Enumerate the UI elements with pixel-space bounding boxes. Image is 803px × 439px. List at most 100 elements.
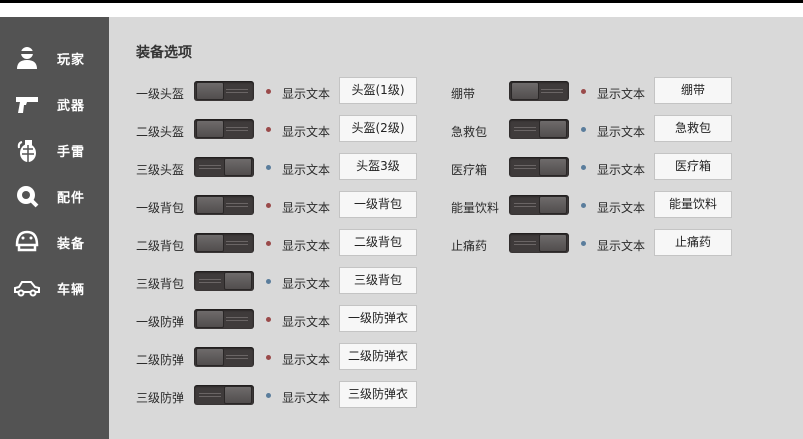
sidebar-item-vehicle[interactable]: 车辆 — [0, 267, 109, 307]
option-name: 二级防弹 — [136, 353, 185, 367]
toggle-groove — [226, 206, 248, 207]
display-text-label: 显示文本 — [282, 277, 331, 291]
toggle-knob — [196, 234, 224, 252]
toggle-switch[interactable] — [509, 81, 569, 101]
option-row: 急救包 显示文本 急救包 — [451, 115, 741, 145]
toggle-switch[interactable] — [194, 347, 254, 367]
display-text-input[interactable]: 绷带 — [654, 77, 732, 104]
status-dot — [266, 127, 271, 132]
display-text-input[interactable]: 止痛药 — [654, 229, 732, 256]
sidebar-item-weapon[interactable]: 武器 — [0, 83, 109, 123]
display-text-input[interactable]: 二级背包 — [339, 229, 417, 256]
toggle-switch[interactable] — [194, 195, 254, 215]
status-dot — [266, 203, 271, 208]
toggle-switch[interactable] — [509, 119, 569, 139]
sidebar-item-attachments[interactable]: 配件 — [0, 175, 109, 215]
toggle-groove — [226, 89, 248, 90]
toggle-switch[interactable] — [194, 271, 254, 291]
display-text-input[interactable]: 二级防弹衣 — [339, 343, 417, 370]
option-row: 一级背包 显示文本 一级背包 — [136, 191, 426, 221]
toggle-groove — [514, 127, 536, 128]
option-name: 一级头盔 — [136, 87, 185, 101]
toggle-knob — [224, 386, 252, 404]
display-text-label: 显示文本 — [597, 125, 646, 139]
sidebar-item-equipment[interactable]: 装备 — [0, 221, 109, 261]
toggle-knob — [539, 120, 567, 138]
option-row: 一级头盔 显示文本 头盔(1级) — [136, 77, 426, 107]
title-bar — [0, 0, 803, 17]
helmet-icon — [15, 230, 39, 252]
option-row: 能量饮料 显示文本 能量饮料 — [451, 191, 741, 221]
option-name: 二级背包 — [136, 239, 185, 253]
toggle-switch[interactable] — [194, 157, 254, 177]
option-name: 二级头盔 — [136, 125, 185, 139]
status-dot — [266, 355, 271, 360]
toggle-groove — [514, 165, 536, 166]
option-name: 三级头盔 — [136, 163, 185, 177]
sidebar-item-grenade[interactable]: 手雷 — [0, 129, 109, 169]
status-dot — [266, 393, 271, 398]
toggle-groove — [199, 393, 221, 394]
sidebar-item-label: 手雷 — [57, 145, 86, 160]
display-text-input[interactable]: 一级背包 — [339, 191, 417, 218]
display-text-label: 显示文本 — [282, 163, 331, 177]
status-dot — [266, 165, 271, 170]
toggle-switch[interactable] — [194, 81, 254, 101]
toggle-switch[interactable] — [509, 195, 569, 215]
toggle-switch[interactable] — [194, 385, 254, 405]
display-text-label: 显示文本 — [282, 391, 331, 405]
display-text-input[interactable]: 医疗箱 — [654, 153, 732, 180]
car-icon — [14, 281, 40, 297]
sidebar-item-label: 车辆 — [57, 283, 86, 298]
display-text-label: 显示文本 — [282, 201, 331, 215]
display-text-input[interactable]: 头盔(1级) — [339, 77, 417, 104]
main-panel: 装备选项 一级头盔 显示文本 头盔(1级) 二级头盔 显示文本 头盔(2级) 三级头盔 显示文… — [109, 17, 803, 439]
toggle-knob — [196, 196, 224, 214]
option-row: 医疗箱 显示文本 医疗箱 — [451, 153, 741, 183]
toggle-knob — [539, 234, 567, 252]
display-text-input[interactable]: 急救包 — [654, 115, 732, 142]
toggle-switch[interactable] — [194, 233, 254, 253]
toggle-switch[interactable] — [194, 309, 254, 329]
toggle-knob — [539, 196, 567, 214]
toggle-knob — [224, 158, 252, 176]
display-text-input[interactable]: 头盔3级 — [339, 153, 417, 180]
display-text-input[interactable]: 三级防弹衣 — [339, 381, 417, 408]
option-row: 止痛药 显示文本 止痛药 — [451, 229, 741, 259]
toggle-groove — [514, 168, 536, 169]
toggle-knob — [196, 120, 224, 138]
option-row: 二级背包 显示文本 二级背包 — [136, 229, 426, 259]
sidebar-item-label: 装备 — [57, 237, 86, 252]
sidebar-item-label: 玩家 — [57, 53, 86, 68]
option-row: 二级防弹 显示文本 二级防弹衣 — [136, 343, 426, 373]
toggle-groove — [541, 89, 563, 90]
option-row: 三级背包 显示文本 三级背包 — [136, 267, 426, 297]
display-text-input[interactable]: 一级防弹衣 — [339, 305, 417, 332]
toggle-groove — [226, 317, 248, 318]
page-title: 装备选项 — [136, 45, 192, 61]
status-dot — [581, 203, 586, 208]
toggle-groove — [199, 282, 221, 283]
player-icon — [17, 47, 37, 69]
option-name: 绷带 — [451, 87, 476, 101]
pistol-icon — [16, 97, 38, 113]
toggle-groove — [226, 320, 248, 321]
display-text-label: 显示文本 — [597, 87, 646, 101]
option-name: 止痛药 — [451, 239, 488, 253]
toggle-switch[interactable] — [509, 157, 569, 177]
display-text-input[interactable]: 能量饮料 — [654, 191, 732, 218]
toggle-knob — [196, 82, 224, 100]
status-dot — [266, 279, 271, 284]
sidebar-item-label: 武器 — [57, 99, 86, 114]
display-text-input[interactable]: 三级背包 — [339, 267, 417, 294]
sidebar-item-player[interactable]: 玩家 — [0, 37, 109, 77]
display-text-input[interactable]: 头盔(2级) — [339, 115, 417, 142]
toggle-switch[interactable] — [194, 119, 254, 139]
toggle-groove — [226, 92, 248, 93]
status-dot — [266, 317, 271, 322]
toggle-groove — [226, 203, 248, 204]
toggle-switch[interactable] — [509, 233, 569, 253]
status-dot — [581, 127, 586, 132]
toggle-groove — [226, 355, 248, 356]
toggle-groove — [514, 203, 536, 204]
